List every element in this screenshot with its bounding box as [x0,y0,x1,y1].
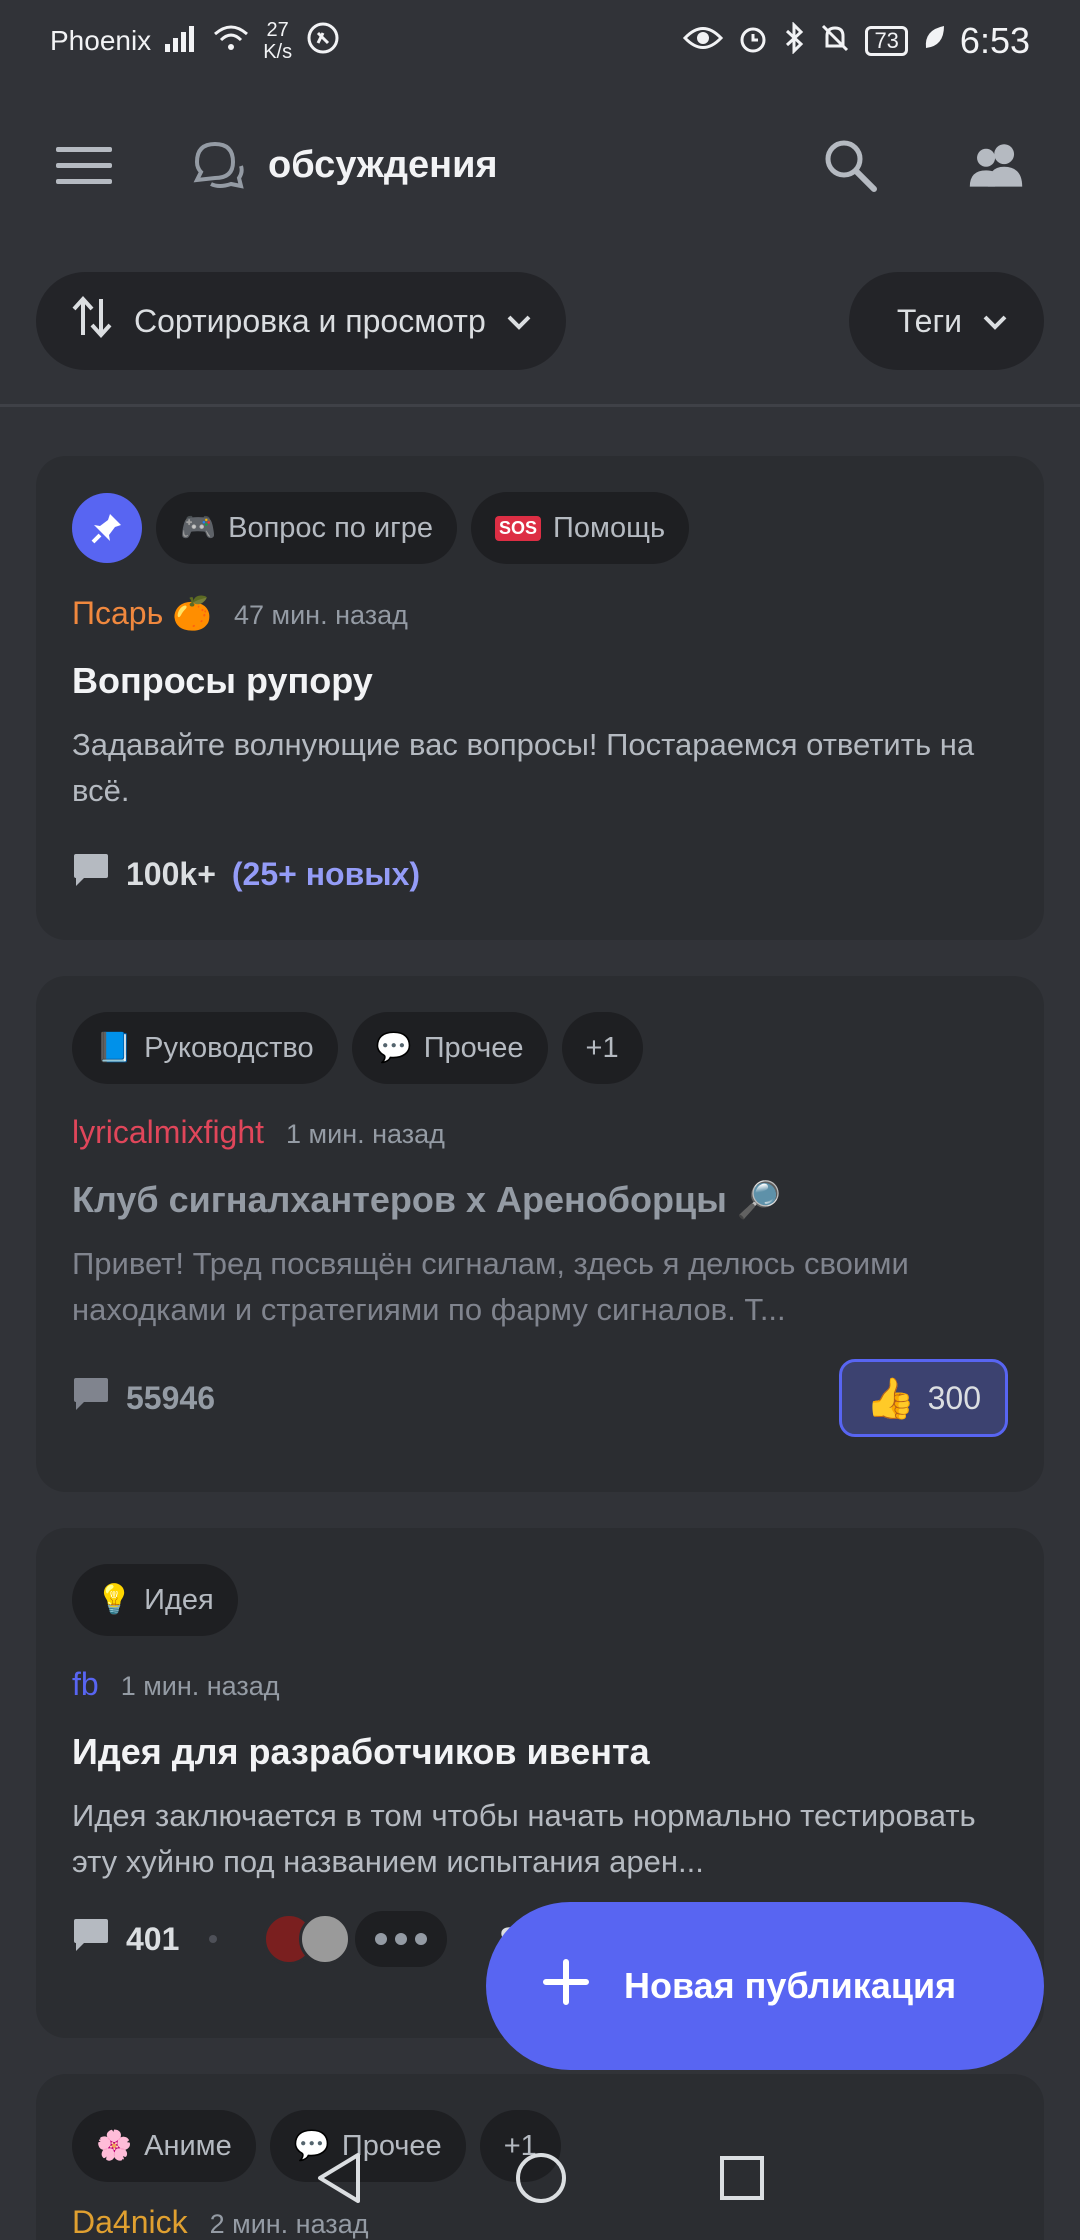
home-icon[interactable] [514,2151,568,2210]
post-author[interactable]: lyricalmixfight [72,1114,264,1151]
app-bar: обсуждения [0,100,1080,230]
filter-row: Сортировка и просмотр Теги [36,272,1044,370]
post-tags: 📘 Руководство 💬 Прочее +1 [72,1012,1008,1084]
wifi-icon [213,24,249,59]
battery-indicator: 73 [865,26,908,56]
back-icon[interactable] [314,2151,364,2210]
data-saver-icon [306,21,340,62]
status-bar: Phoenix 27 K/s 73 6:53 [0,0,1080,82]
tag-chip[interactable]: SOS Помощь [471,492,690,564]
tag-label: Руководство [144,1031,314,1064]
eye-icon [683,25,724,58]
more-participants [355,1911,448,1967]
tag-label: Вопрос по игре [228,511,434,544]
plus-icon [542,1958,590,2015]
post-tags: 💡 Идея [72,1564,1008,1636]
separator-dot [209,1935,218,1943]
tags-filter-label: Теги [896,302,962,339]
sort-icon [70,295,114,347]
network-speed: 27 K/s [263,19,292,63]
new-post-label: Новая публикация [624,1965,957,2006]
speed-unit: K/s [263,41,293,63]
comment-icon [72,1917,110,1961]
mute-icon [819,22,851,61]
post-title: Клуб сигналхантеров х Ареноборцы 🔎 [72,1179,782,1220]
reaction-count: 300 [927,1379,981,1416]
tag-emoji: 💡 [96,1584,133,1616]
system-nav-bar [0,2120,1080,2240]
tag-label: +1 [585,1031,619,1064]
sos-icon: SOS [495,515,542,541]
comment-icon [72,1376,110,1420]
new-comment-count: (25+ новых) [231,855,421,892]
participant-avatars [263,1911,448,1967]
signal-icon [165,24,199,59]
post-time: 47 мин. назад [234,600,408,630]
sort-view-button[interactable]: Сортировка и просмотр [36,272,566,370]
tag-chip[interactable]: 💡 Идея [72,1564,238,1636]
alarm-icon [737,22,769,61]
post-excerpt: Задавайте волнующие вас вопросы! Постара… [72,727,975,808]
comment-count: 100k+ [126,855,216,892]
tag-emoji: 🎮 [180,512,217,544]
comment-icon [72,852,110,896]
threads-icon [190,137,246,193]
post-title: Идея для разработчиков ивента [72,1731,650,1772]
tag-emoji: 📘 [96,1032,133,1064]
divider [0,404,1080,407]
post-excerpt: Привет! Тред посвящён сигналам, здесь я … [72,1246,909,1327]
post-author[interactable]: fb [72,1666,99,1703]
thumbs-up-icon: 👍 [865,1376,916,1421]
sort-view-label: Сортировка и просмотр [134,302,486,339]
tag-label: Прочее [423,1031,524,1064]
comment-count: 401 [126,1920,180,1957]
carrier-label: Phoenix [50,25,152,56]
tag-emoji: 💬 [375,1032,412,1064]
page-title: обсуждения [268,143,498,186]
recents-icon[interactable] [718,2154,766,2207]
pin-icon [72,493,142,563]
tag-chip[interactable]: 📘 Руководство [72,1012,338,1084]
bluetooth-icon [783,20,805,61]
menu-icon[interactable] [56,137,112,193]
new-post-button[interactable]: Новая публикация [486,1902,1044,2070]
search-icon[interactable] [822,137,878,193]
tag-chip[interactable]: 💬 Прочее [351,1012,548,1084]
members-icon[interactable] [968,137,1024,193]
post-time: 1 мин. назад [120,1671,280,1701]
avatar [299,1913,352,1965]
post-title: Вопросы рупору [72,660,373,701]
post-card[interactable]: 📘 Руководство 💬 Прочее +1 lyricalmixfigh… [36,976,1044,1492]
post-excerpt: Идея заключается в том чтобы начать норм… [72,1798,976,1879]
tag-chip[interactable]: 🎮 Вопрос по игре [156,492,458,564]
post-time: 1 мин. назад [286,1119,445,1149]
speed-value: 27 [266,19,289,41]
comment-count: 55946 [126,1379,215,1416]
reaction-button[interactable]: 👍 300 [838,1359,1008,1437]
chevron-down-icon [506,303,532,340]
tag-label: Идея [144,1583,214,1616]
leaf-icon [922,24,946,59]
tags-filter-button[interactable]: Теги [848,272,1044,370]
chevron-down-icon [982,303,1008,340]
post-author[interactable]: Псарь 🍊 [72,594,212,632]
more-tags-chip[interactable]: +1 [561,1012,643,1084]
post-card[interactable]: 🎮 Вопрос по игре SOS Помощь Псарь 🍊 47 м… [36,456,1044,940]
post-tags: 🎮 Вопрос по игре SOS Помощь [72,492,1008,564]
tag-label: Помощь [553,511,666,544]
clock: 6:53 [959,20,1030,61]
